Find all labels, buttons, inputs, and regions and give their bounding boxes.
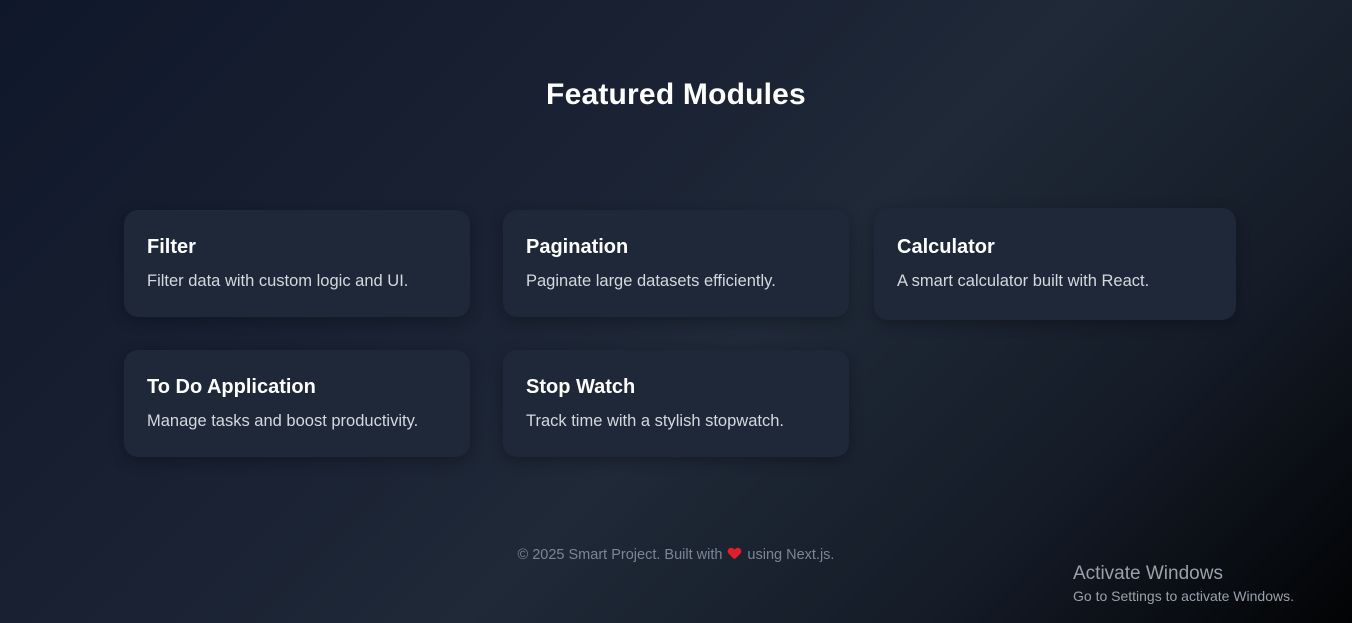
card-description: Track time with a stylish stopwatch. [526, 412, 784, 430]
footer-suffix: using Next.js. [747, 547, 835, 563]
card-description: Manage tasks and boost productivity. [147, 412, 419, 430]
watermark-title: Activate Windows [1073, 563, 1223, 584]
card-title: Pagination [526, 236, 629, 258]
card-title: To Do Application [147, 376, 316, 398]
card-description: A smart calculator built with React. [897, 272, 1150, 290]
module-card-stopwatch[interactable]: Stop Watch Track time with a stylish sto… [503, 350, 849, 457]
card-title: Filter [147, 236, 196, 258]
card-title: Stop Watch [526, 376, 636, 398]
card-description: Filter data with custom logic and UI. [147, 272, 409, 290]
watermark-subtitle: Go to Settings to activate Windows. [1073, 588, 1294, 604]
module-card-calculator[interactable]: Calculator A smart calculator built with… [874, 208, 1236, 320]
module-card-pagination[interactable]: Pagination Paginate large datasets effic… [503, 210, 849, 317]
footer: © 2025 Smart Project. Built with using Ne… [0, 547, 1352, 563]
page-title: Featured Modules [546, 78, 806, 111]
windows-activation-watermark: Activate Windows Go to Settings to activ… [1073, 562, 1294, 606]
heart-icon [728, 548, 741, 560]
card-title: Calculator [897, 236, 995, 258]
module-card-filter[interactable]: Filter Filter data with custom logic and… [124, 210, 470, 317]
module-card-todo[interactable]: To Do Application Manage tasks and boost… [124, 350, 470, 457]
footer-prefix: © 2025 Smart Project. Built with [517, 547, 723, 563]
card-description: Paginate large datasets efficiently. [526, 272, 776, 290]
